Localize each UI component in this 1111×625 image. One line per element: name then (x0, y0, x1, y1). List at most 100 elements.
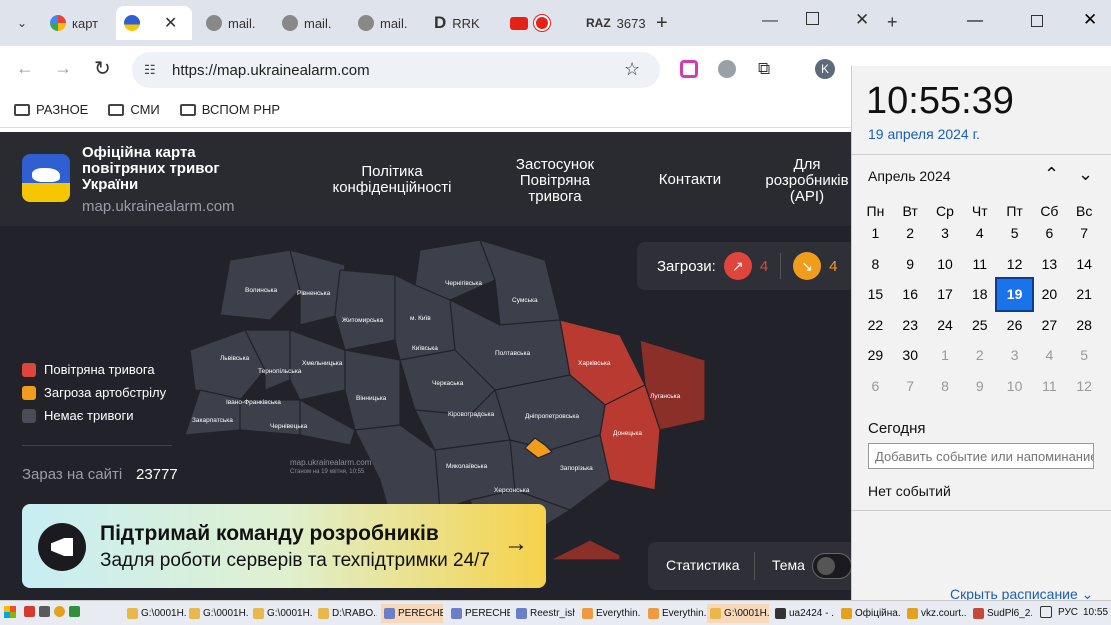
chrome-icon[interactable] (54, 606, 65, 617)
nav-api[interactable]: Для розробників (API) (752, 157, 852, 205)
site-settings-icon[interactable]: ☷ (144, 62, 156, 78)
taskbar-window[interactable]: Reestr_ish... (513, 604, 575, 623)
tab-5[interactable]: mail. (350, 6, 422, 40)
pinned-app-icon[interactable] (24, 606, 35, 617)
taskbar-window[interactable]: PERECHE... (448, 604, 510, 623)
site-title[interactable]: Офіційна карта повітряних тривог України (82, 145, 252, 193)
tab-1[interactable]: карт (42, 6, 112, 40)
bookmark-folder[interactable]: ВСПОМ PHP (179, 102, 280, 117)
taskbar-window[interactable]: SudPl6_2... (970, 604, 1032, 623)
calendar-day[interactable]: 11 (1032, 371, 1067, 402)
clock-date[interactable]: 19 апреля 2024 г. (868, 126, 980, 142)
minimize-button[interactable]: — (762, 12, 778, 30)
taskbar-window[interactable]: Everythin... (645, 604, 707, 623)
region-volyn[interactable] (219, 249, 301, 321)
pinned-app-icon[interactable] (39, 606, 50, 617)
bookmark-folder[interactable]: РАЗНОЕ (14, 102, 88, 117)
rocket-threat-icon[interactable]: ↗ (723, 252, 752, 280)
extension-color-icon[interactable] (680, 60, 698, 78)
calendar-day[interactable]: 24 (928, 310, 963, 341)
taskbar-window[interactable]: G:\0001H... (250, 604, 312, 623)
calendar-day[interactable]: 15 (858, 279, 893, 310)
calendar-day[interactable]: 5 (997, 218, 1032, 249)
forward-arrow-icon[interactable]: → (54, 58, 72, 79)
add-event-input[interactable] (868, 443, 1094, 469)
restore-button[interactable] (1031, 15, 1043, 27)
calendar-day[interactable]: 7 (1067, 218, 1102, 249)
calendar-day[interactable]: 10 (928, 249, 963, 280)
calendar-day[interactable]: 4 (962, 218, 997, 249)
calendar-day[interactable]: 9 (962, 371, 997, 402)
taskbar-window[interactable]: vkz.court... (904, 604, 966, 623)
taskbar-window[interactable]: Офіційна... (838, 604, 900, 623)
calendar-day[interactable]: 10 (997, 371, 1032, 402)
calendar-day[interactable]: 16 (893, 279, 928, 310)
nav-privacy[interactable]: Політика конфіденційності (322, 164, 462, 196)
new-tab-button[interactable]: + (656, 12, 668, 35)
close-button[interactable]: ✕ (1083, 10, 1097, 30)
bookmark-folder[interactable]: СМИ (108, 102, 160, 117)
month-title[interactable]: Апрель 2024 (868, 168, 951, 184)
bookmark-star-icon[interactable]: ☆ (624, 59, 640, 80)
region-zhytomyr[interactable] (334, 269, 396, 351)
calendar-day[interactable]: 2 (893, 218, 928, 249)
new-tab-button[interactable]: + (887, 12, 898, 33)
calendar-day[interactable]: 18 (962, 279, 997, 310)
calendar-day[interactable]: 22 (858, 310, 893, 341)
maximize-button[interactable] (806, 12, 819, 25)
stats-button[interactable]: Статистика (666, 557, 740, 573)
calendar-day[interactable]: 20 (1032, 279, 1067, 310)
theme-toggle[interactable] (812, 553, 852, 579)
region-sumy[interactable] (479, 239, 561, 326)
calendar-day[interactable]: 6 (1032, 218, 1067, 249)
calendar-day[interactable]: 5 (1067, 340, 1102, 371)
calendar-day[interactable]: 4 (1032, 340, 1067, 371)
calendar-day[interactable]: 1 (858, 218, 893, 249)
artillery-threat-icon[interactable]: ↘ (793, 252, 822, 280)
calendar-day[interactable]: 2 (962, 340, 997, 371)
taskbar-window[interactable]: G:\0001H... (124, 604, 186, 623)
network-icon[interactable] (1040, 606, 1052, 618)
calendar-day[interactable]: 29 (858, 340, 893, 371)
extensions-puzzle-icon[interactable]: ⧉ (758, 59, 770, 79)
calendar-day[interactable]: 7 (893, 371, 928, 402)
calendar-day[interactable]: 25 (962, 310, 997, 341)
start-icon[interactable] (4, 606, 16, 618)
calendar-day[interactable]: 17 (928, 279, 963, 310)
region-crimea[interactable] (549, 539, 621, 560)
close-button[interactable]: ✕ (855, 10, 869, 30)
chevron-down-icon[interactable]: ⌄ (1078, 164, 1093, 185)
tab-search-button[interactable]: ⌄ (6, 6, 38, 40)
calendar-day[interactable]: 12 (997, 249, 1032, 280)
nav-contacts[interactable]: Контакти (650, 172, 730, 188)
region-vinnytsia[interactable] (344, 349, 401, 431)
calendar-day[interactable]: 1 (928, 340, 963, 371)
calendar-day[interactable]: 6 (858, 371, 893, 402)
language-indicator[interactable]: РУС (1058, 607, 1078, 618)
reload-icon[interactable]: ↻ (94, 56, 111, 81)
calendar-day[interactable]: 23 (893, 310, 928, 341)
calendar-day[interactable]: 14 (1067, 249, 1102, 280)
ukraine-map-logo-icon[interactable] (22, 154, 70, 202)
support-banner[interactable]: Підтримай команду розробників Задля робо… (22, 504, 546, 588)
calendar-day[interactable]: 8 (928, 371, 963, 402)
calendar-day[interactable]: 11 (962, 249, 997, 280)
calendar-day-selected[interactable]: 19 (995, 277, 1034, 312)
nav-app[interactable]: Застосунок Повітряна тривога (505, 157, 605, 205)
calendar-day[interactable]: 28 (1067, 310, 1102, 341)
back-arrow-icon[interactable]: ← (16, 58, 34, 79)
tab-4[interactable]: mail. (274, 6, 346, 40)
calendar-day[interactable]: 30 (893, 340, 928, 371)
calendar-day[interactable]: 21 (1067, 279, 1102, 310)
taskbar-window[interactable]: G:\0001H... (707, 604, 769, 623)
region-chernivtsi[interactable] (299, 398, 356, 446)
taskbar-window[interactable]: Everythin... (579, 604, 641, 623)
profile-avatar[interactable]: K (815, 59, 835, 79)
calendar-day[interactable]: 26 (997, 310, 1032, 341)
calendar-day[interactable]: 27 (1032, 310, 1067, 341)
tab-close-icon[interactable]: ✕ (164, 13, 177, 33)
address-bar[interactable]: ☷ https://map.ukrainealarm.com ☆ (132, 52, 660, 88)
taskbar-window[interactable]: ua2424 - ... (772, 604, 834, 623)
taskbar-window[interactable]: D:\RABO... (315, 604, 377, 623)
taskbar-clock[interactable]: 10:55 (1083, 607, 1108, 618)
